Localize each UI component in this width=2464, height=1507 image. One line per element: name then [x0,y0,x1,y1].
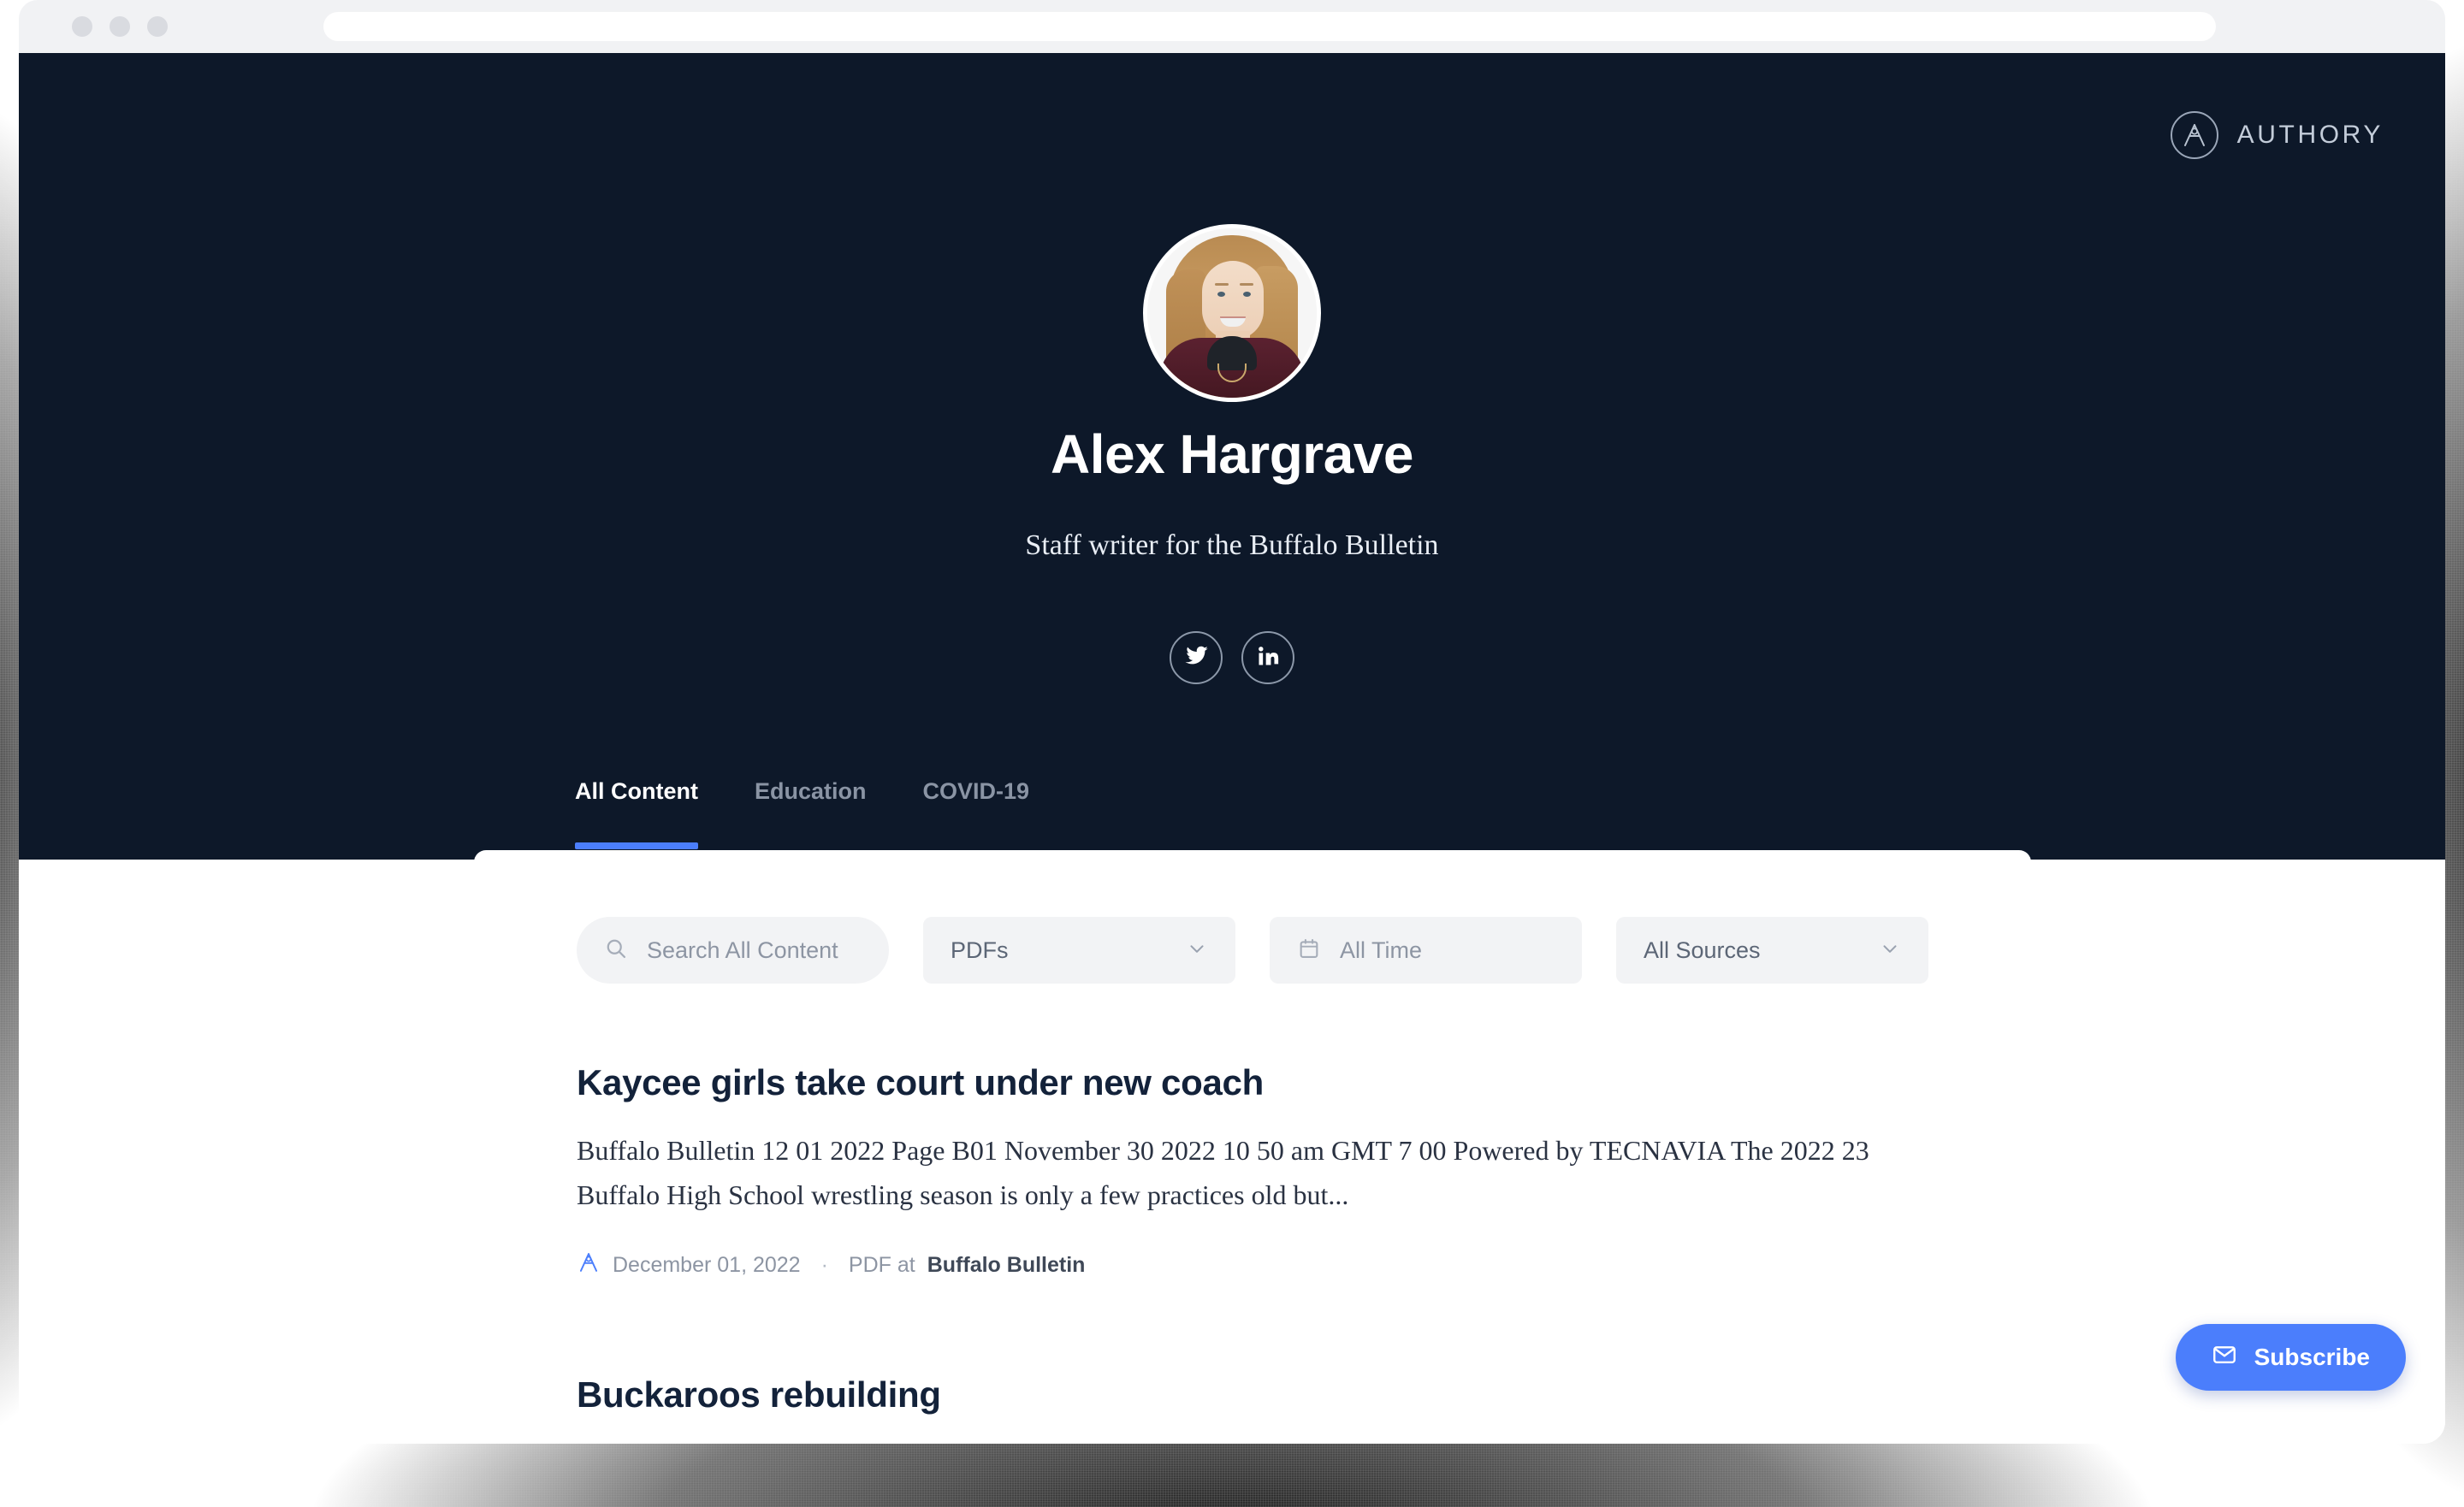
authory-compass-icon [577,1250,601,1280]
avatar-eye-left [1217,292,1225,297]
envelope-icon [2212,1342,2237,1374]
tab-education[interactable]: Education [755,778,867,849]
article-list: Kaycee girls take court under new coach … [474,984,2031,1415]
content-type-dropdown[interactable]: PDFs [923,917,1235,984]
authory-logo[interactable]: AUTHORY [2170,111,2384,159]
tab-all-content[interactable]: All Content [575,778,698,849]
list-item[interactable]: Buckaroos rebuilding [577,1280,1928,1415]
chevron-down-icon [1186,937,1208,964]
article-meta: December 01, 2022 · PDF at Buffalo Bulle… [577,1250,1928,1280]
social-links [19,631,2445,684]
authory-compass-icon [2170,111,2218,159]
chevron-down-icon [1879,937,1901,964]
search-input[interactable]: Search All Content [577,917,889,984]
avatar-brow-left [1215,283,1229,286]
page-body: AUTHORY Alex Hargrave Staff writer for t… [19,53,2445,1444]
avatar-brow-right [1240,283,1253,286]
page-title: Alex Hargrave [1051,423,1413,485]
avatar [1143,224,1321,402]
article-title[interactable]: Buckaroos rebuilding [577,1374,1928,1415]
maximize-window-button[interactable] [147,16,168,37]
list-item[interactable]: Kaycee girls take court under new coach … [577,984,1928,1280]
time-range-dropdown[interactable]: All Time [1270,917,1582,984]
search-icon [604,937,628,965]
browser-chrome-bar [19,0,2445,53]
minimize-window-button[interactable] [110,16,130,37]
close-window-button[interactable] [72,16,92,37]
authory-wordmark: AUTHORY [2236,121,2384,149]
address-bar[interactable] [323,12,2216,41]
sources-dropdown[interactable]: All Sources [1616,917,1928,984]
tab-covid-19[interactable]: COVID-19 [923,778,1030,849]
twitter-icon [1183,643,1209,673]
content-tabs: All Content Education COVID-19 [575,778,1029,849]
meta-separator: · [820,1252,828,1277]
subscribe-button[interactable]: Subscribe [2175,1324,2406,1391]
subscribe-label: Subscribe [2254,1344,2370,1370]
traffic-light-buttons[interactable] [72,16,168,37]
article-source[interactable]: Buffalo Bulletin [927,1253,1086,1278]
search-placeholder: Search All Content [647,937,838,963]
linkedin-link[interactable] [1241,631,1294,684]
avatar-eye-right [1243,292,1251,297]
calendar-icon [1297,937,1321,965]
content-area: Search All Content PDFs All Time All Sou… [474,850,2031,1415]
time-range-value: All Time [1340,937,1423,963]
profile-tagline: Staff writer for the Buffalo Bulletin [1025,529,1439,561]
article-title[interactable]: Kaycee girls take court under new coach [577,1062,1928,1103]
article-date: December 01, 2022 [613,1252,801,1277]
avatar-photo [1147,228,1317,398]
content-type-value: PDFs [951,937,1009,963]
twitter-link[interactable] [1170,631,1223,684]
filter-bar: Search All Content PDFs All Time All Sou… [474,850,2031,984]
article-type: PDF at [848,1252,915,1277]
browser-window: AUTHORY Alex Hargrave Staff writer for t… [19,0,2445,1444]
avatar-face [1202,261,1264,340]
article-excerpt: Buffalo Bulletin 12 01 2022 Page B01 Nov… [577,1135,1869,1210]
sources-value: All Sources [1644,937,1761,963]
linkedin-icon [1256,644,1280,672]
